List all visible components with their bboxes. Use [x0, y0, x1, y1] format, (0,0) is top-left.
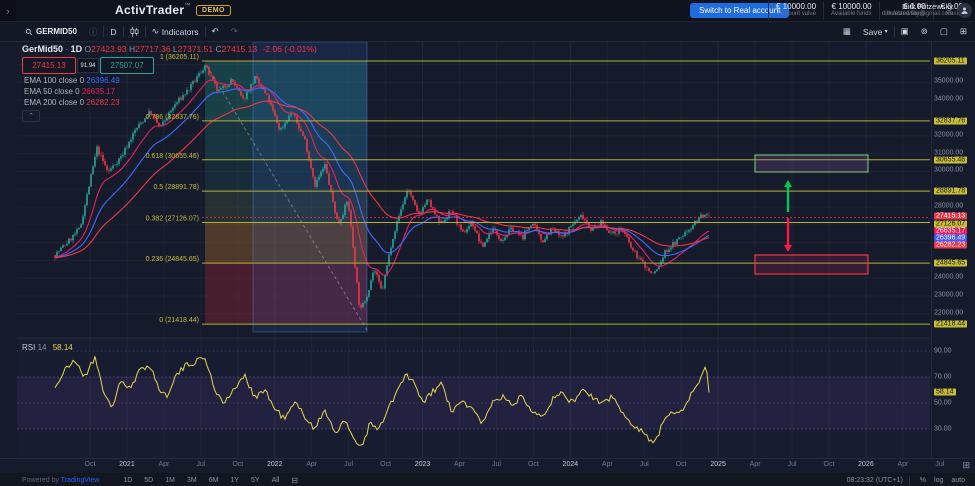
time-axis-label: Oct — [84, 461, 96, 468]
fib-level-label: 0.618 (30655.46) — [146, 153, 199, 160]
time-axis-label: 2024 — [562, 461, 579, 468]
time-axis-label: 2026 — [858, 461, 874, 468]
time-axis-label: Jul — [935, 461, 945, 468]
price-axis-label: 34000.00 — [934, 95, 964, 103]
price-axis-label: 70.00 — [934, 373, 952, 381]
price-axis-highlight-label: 28891.78 — [934, 187, 968, 195]
price-axis-highlight-label: 26635.17 — [934, 227, 968, 235]
price-axis-highlight-label: 32837.76 — [934, 117, 968, 125]
time-axis-label: Apr — [749, 461, 761, 468]
ohlc-high: 27717.36 — [135, 43, 171, 54]
indicator-row[interactable]: EMA 100 close 0 26396.49 — [22, 76, 122, 86]
price-axis[interactable]: 35000.00 34000.00 32000.00 31000.00 30000.00… — [931, 42, 975, 458]
fib-level-label: 0.382 (27126.07) — [146, 216, 199, 223]
legend-timeframe: 1D — [70, 43, 83, 54]
indicator-row[interactable]: EMA 200 close 0 26282.23 — [22, 98, 122, 108]
price-axis-highlight-label: 27126.07 — [934, 220, 968, 228]
indicator-legend: EMA 100 close 0 26396.49 EMA 50 close 0 2… — [22, 76, 317, 108]
calendar-icon[interactable]: ⊞ — [962, 460, 970, 471]
time-axis-label: Apr — [158, 461, 170, 468]
time-axis-label: Oct — [823, 461, 835, 468]
ohlc-close: 27415.13 — [221, 43, 258, 54]
fib-level-label: 0 (21418.44) — [159, 317, 199, 324]
trading-platform-window: 1 (36205.11) 0.786 (32837.76) 0.618 (30655… — [0, 0, 975, 486]
target-box-lower[interactable] — [754, 254, 869, 275]
ohlc-open: 27423.93 — [91, 43, 127, 54]
price-axis-highlight-label: 58.14 — [934, 388, 956, 396]
time-axis-label: Jul — [344, 461, 354, 468]
time-axis-label: Oct — [527, 461, 539, 468]
legend-collapse-button[interactable]: ⌃ — [22, 110, 40, 123]
price-axis-label: 35000.00 — [934, 77, 964, 85]
price-axis-label: 23000.00 — [934, 291, 964, 299]
time-axis-label: Oct — [380, 461, 392, 468]
price-axis-highlight-label: 26396.49 — [934, 234, 968, 242]
fib-level-label: 0.5 (28891.78) — [153, 184, 199, 191]
time-axis-label: 2022 — [266, 461, 283, 468]
time-axis-label: Oct — [675, 461, 687, 468]
price-axis-highlight-label: 26282.23 — [934, 241, 968, 249]
indicator-name: EMA 200 close 0 — [24, 98, 85, 108]
indicator-value: 26635.17 — [81, 87, 116, 97]
buy-button[interactable]: 27507.07 — [100, 57, 154, 75]
price-axis-label: 30.00 — [934, 425, 952, 433]
indicator-row[interactable]: EMA 50 close 0 26635.17 — [22, 87, 118, 97]
price-axis-label: 90.00 — [934, 347, 952, 355]
indicator-name: EMA 50 close 0 — [24, 87, 80, 97]
time-axis-label: Jul — [196, 461, 206, 468]
ohlc-change: -2.06 (-0.01%) — [262, 43, 317, 54]
time-axis-label: Oct — [232, 461, 244, 468]
sell-button[interactable]: 27415.13 — [22, 57, 76, 75]
chart-legend: GerMid50 · 1D O27423.93 H27717.36 L27371… — [22, 43, 317, 123]
fib-level-label: 0.236 (24845.65) — [146, 256, 199, 263]
ohlc-low: 27371.51 — [177, 43, 214, 54]
time-axis[interactable]: ⊞ Oct 2021 Apr Jul Oct 2022 Apr Jul Oct 2023 Apr Ju… — [0, 458, 975, 473]
time-axis-label: 2021 — [119, 461, 135, 468]
time-axis-label: 2023 — [414, 461, 431, 468]
spread-value: 91.94 — [77, 58, 99, 74]
price-axis-highlight-label: 24845.65 — [934, 259, 968, 267]
rsi-value: 58.14 — [52, 343, 73, 352]
legend-symbol: GerMid50 — [22, 43, 64, 54]
indicator-value: 26396.49 — [86, 76, 120, 86]
time-axis-label: Apr — [601, 461, 613, 468]
indicator-name: EMA 100 close 0 — [24, 76, 85, 86]
order-buttons: 27415.13 91.94 27507.07 — [22, 57, 317, 75]
time-axis-label: Jul — [787, 461, 797, 468]
rsi-legend[interactable]: RSI 14 58.14 — [22, 343, 73, 352]
price-axis-label: 50.00 — [934, 399, 952, 407]
price-axis-label: 22000.00 — [934, 309, 964, 317]
indicator-value: 26282.23 — [86, 98, 120, 108]
price-axis-highlight-label: 27415.13 — [934, 212, 968, 220]
rsi-name: RSI — [22, 343, 36, 352]
price-axis-label: 30000.00 — [934, 166, 964, 174]
price-axis-label: 24000.00 — [934, 273, 964, 281]
time-axis-label: Apr — [454, 461, 465, 468]
price-axis-label: 32000.00 — [934, 131, 964, 139]
time-axis-label: Jul — [491, 461, 501, 468]
time-axis-label: Apr — [306, 461, 318, 468]
time-axis-label: Apr — [897, 461, 909, 468]
target-box-upper[interactable] — [754, 154, 869, 173]
symbol-legend-row[interactable]: GerMid50 · 1D O27423.93 H27717.36 L27371… — [22, 43, 317, 54]
time-axis-label: 2025 — [710, 461, 726, 468]
price-axis-label: 31000.00 — [934, 149, 964, 157]
time-axis-label: Jul — [639, 461, 649, 468]
price-axis-highlight-label: 21418.44 — [934, 320, 968, 328]
price-axis-highlight-label: 36205.11 — [934, 57, 967, 65]
price-axis-label: 28000.00 — [934, 202, 964, 210]
price-axis-highlight-label: 30655.46 — [934, 156, 968, 164]
